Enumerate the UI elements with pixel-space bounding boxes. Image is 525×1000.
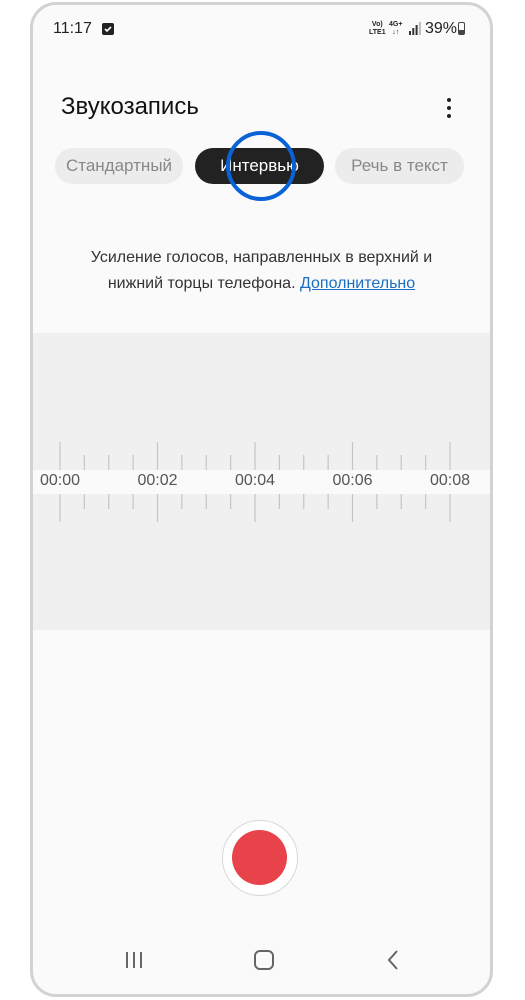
volte-line2: LTE1 (369, 29, 386, 36)
page-title: Звукозапись (61, 93, 199, 120)
phone-frame: 11:17 Vo) LTE1 4G+ ↓↑ 39% Звукозапись Ст… (30, 2, 493, 997)
timeline-label: 00:08 (429, 472, 471, 489)
battery-percent: 39% (425, 20, 458, 37)
more-vertical-icon-dot (447, 114, 451, 118)
network-4g-icon: 4G+ ↓↑ (389, 21, 402, 37)
status-time: 11:17 (53, 20, 92, 37)
mode-tabs: Стандартный Интервью Речь в текст (33, 148, 490, 184)
tab-speech-to-text[interactable]: Речь в текст (335, 148, 464, 184)
description-line2: нижний торцы телефона. (107, 275, 296, 292)
timeline-label: 00:00 (39, 472, 81, 489)
battery-icon (458, 22, 465, 35)
waveform-area: 00:00 00:02 00:04 00:06 00:08 (33, 333, 490, 630)
volte-icon: Vo) LTE1 (369, 21, 386, 37)
timeline-label: 00:02 (137, 472, 178, 489)
checkbox-notification-icon (102, 23, 114, 35)
recent-apps-icon[interactable] (121, 947, 147, 973)
record-icon (232, 830, 287, 885)
timeline-label: 00:06 (332, 472, 373, 489)
tab-interview[interactable]: Интервью (195, 148, 324, 184)
record-button[interactable] (222, 820, 298, 896)
navigation-bar (33, 934, 490, 994)
more-options-button[interactable] (437, 94, 461, 122)
back-icon[interactable] (381, 947, 407, 973)
learn-more-link[interactable]: Дополнительно (300, 275, 415, 292)
description-line1: Усиление голосов, направленных в верхний… (90, 249, 433, 266)
signal-icon (409, 22, 421, 35)
tab-standard[interactable]: Стандартный (55, 148, 183, 184)
more-vertical-icon-dot (447, 106, 451, 110)
net-line2: ↓↑ (392, 29, 400, 36)
mode-description: Усиление голосов, направленных в верхний… (53, 245, 470, 297)
battery-fill (459, 29, 464, 34)
timeline-label: 00:04 (234, 472, 276, 489)
home-icon[interactable] (251, 947, 277, 973)
volte-line1: Vo) (371, 21, 383, 28)
status-bar: 11:17 Vo) LTE1 4G+ ↓↑ 39% (33, 5, 490, 55)
net-line1: 4G+ (389, 21, 403, 28)
more-vertical-icon (447, 98, 451, 102)
